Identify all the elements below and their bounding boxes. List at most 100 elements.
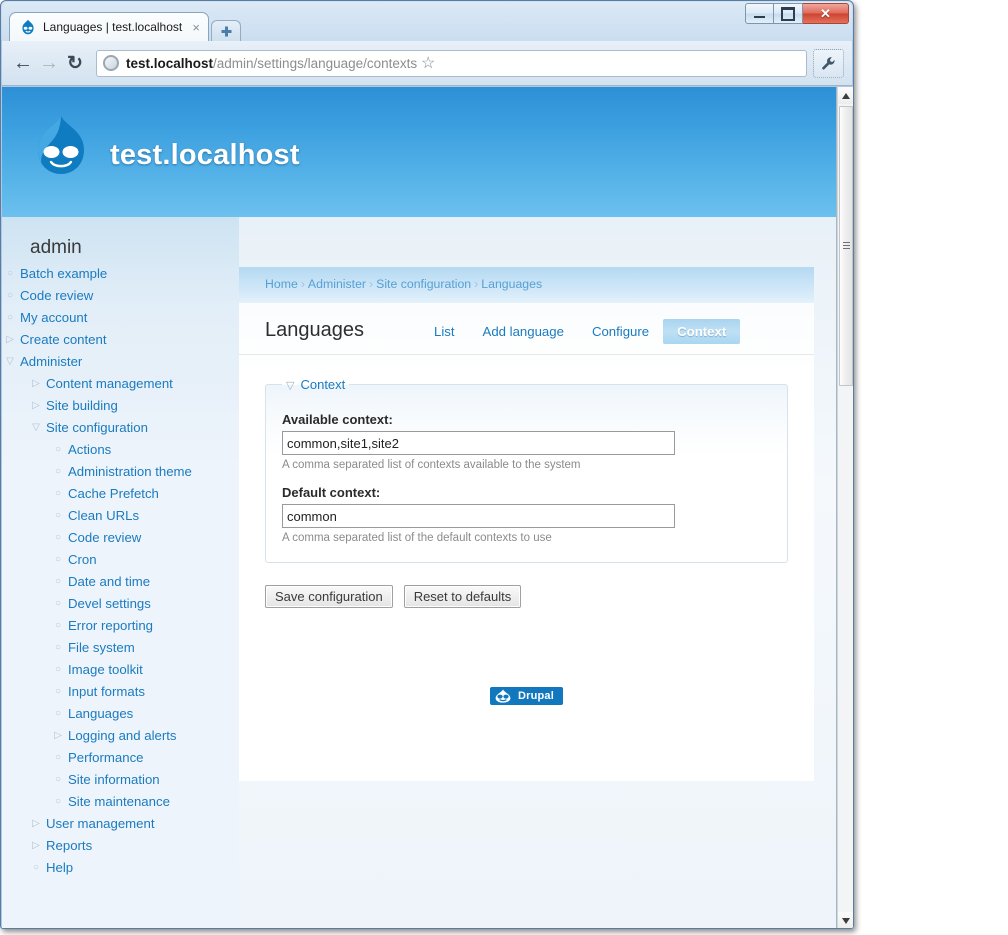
breadcrumb-separator: ›: [300, 277, 305, 291]
sidebar-item-cron: ○ Cron: [2, 549, 239, 571]
site-name: test.localhost: [110, 139, 300, 171]
bullet-icon: ○: [6, 312, 14, 323]
sidebar-item-label[interactable]: Site information: [66, 771, 162, 789]
sidebar-item-label[interactable]: File system: [66, 639, 137, 657]
save-configuration-button[interactable]: Save configuration: [265, 585, 393, 608]
sidebar-item-label[interactable]: Actions: [66, 441, 113, 459]
sidebar-item-my-account: ○ My account: [2, 307, 239, 329]
sidebar-item-label[interactable]: Help: [44, 859, 75, 877]
sidebar-item-row: ○ Input formats: [2, 681, 239, 703]
sidebar-item-label[interactable]: Administer: [18, 353, 84, 371]
scroll-down-button[interactable]: [838, 912, 853, 928]
sidebar-item-label[interactable]: Content management: [44, 375, 175, 393]
sidebar-item-label[interactable]: Clean URLs: [66, 507, 141, 525]
tab-add-language[interactable]: Add language: [469, 319, 578, 344]
sidebar-item-label[interactable]: Logging and alerts: [66, 727, 179, 745]
sidebar-item-label[interactable]: Administration theme: [66, 463, 194, 481]
fieldset-legend-label[interactable]: Context: [300, 377, 345, 392]
sidebar-item-label[interactable]: Error reporting: [66, 617, 155, 635]
breadcrumb-separator: ›: [474, 277, 479, 291]
sidebar: admin ○ Batch example ○ Code review ○ My acco…: [2, 217, 239, 928]
sidebar-item-label[interactable]: Site maintenance: [66, 793, 172, 811]
reset-to-defaults-button[interactable]: Reset to defaults: [403, 585, 522, 608]
forward-arrow-icon: →: [39, 52, 59, 74]
sidebar-item-label[interactable]: Input formats: [66, 683, 147, 701]
maximize-button[interactable]: [774, 3, 803, 24]
sidebar-item-label[interactable]: Code review: [66, 529, 143, 547]
caret-right-icon[interactable]: ▷: [28, 375, 44, 393]
sidebar-menu: ○ Batch example ○ Code review ○ My account ▷ Cr…: [2, 263, 239, 879]
forward-button[interactable]: →: [36, 50, 62, 76]
bullet-icon: ○: [6, 290, 14, 301]
scrollbar-thumb[interactable]: [839, 106, 853, 386]
browser-menu-button[interactable]: [813, 48, 844, 78]
caret-right-icon[interactable]: ▷: [28, 815, 44, 833]
breadcrumb-item[interactable]: Languages: [481, 277, 542, 291]
sidebar-item-label[interactable]: Batch example: [18, 265, 109, 283]
page-scrollbar-vertical[interactable]: [837, 87, 853, 928]
breadcrumb-item[interactable]: Site configuration: [376, 277, 471, 291]
content-panel: Languages List Add language Configure Conte…: [239, 303, 814, 781]
sidebar-item-label[interactable]: Code review: [18, 287, 95, 305]
reload-button[interactable]: ↻: [62, 50, 88, 76]
sidebar-item-label[interactable]: Performance: [66, 749, 146, 767]
tab-close-icon[interactable]: ×: [192, 21, 200, 34]
page-header: Languages List Add language Configure Conte…: [239, 303, 814, 355]
sidebar-item-row: ○ Actions: [2, 439, 239, 461]
sidebar-item-row: ▽ Site configuration: [2, 417, 239, 439]
available-context-input[interactable]: [282, 431, 675, 455]
chevron-down-icon[interactable]: ▽: [286, 380, 300, 392]
sidebar-item-label[interactable]: Reports: [44, 837, 94, 855]
caret-down-icon[interactable]: ▽: [28, 419, 44, 437]
site-header: test.localhost: [2, 87, 836, 217]
sidebar-item-label[interactable]: User management: [44, 815, 156, 833]
minimize-button[interactable]: [745, 3, 774, 24]
sidebar-item-label[interactable]: Image toolkit: [66, 661, 145, 679]
tab-list[interactable]: List: [420, 319, 469, 344]
sidebar-item-row: ○ Code review: [2, 285, 239, 307]
context-form: ▽Context Available context: A comma sepa…: [239, 355, 814, 563]
bullet-icon: ○: [54, 598, 62, 609]
sidebar-item-label[interactable]: Site configuration: [44, 419, 150, 437]
tab-context[interactable]: Context: [663, 319, 741, 344]
page-viewport: test.localhost admin ○ Batch example ○ Code…: [2, 87, 837, 928]
sidebar-item-label[interactable]: Site building: [44, 397, 120, 415]
powered-by-drupal-badge[interactable]: Drupal: [489, 687, 564, 705]
back-button[interactable]: ←: [10, 50, 36, 76]
caret-right-icon[interactable]: ▷: [28, 837, 44, 855]
close-window-button[interactable]: ✕: [803, 3, 849, 24]
sidebar-item-label[interactable]: Cron: [66, 551, 99, 569]
drupal-badge-text: Drupal: [517, 690, 555, 702]
sidebar-item-languages: ○ Languages: [2, 703, 239, 725]
bullet-icon: ○: [54, 488, 62, 499]
sidebar-item-label[interactable]: My account: [18, 309, 89, 327]
scroll-up-button[interactable]: [838, 87, 853, 104]
sidebar-item-label[interactable]: Languages: [66, 705, 135, 723]
breadcrumb-item[interactable]: Home: [265, 277, 298, 291]
caret-right-icon[interactable]: ▷: [28, 397, 44, 415]
sidebar-item-label[interactable]: Devel settings: [66, 595, 153, 613]
sidebar-item-reports: ▷ Reports: [2, 835, 239, 857]
drupal-logo-icon[interactable]: [32, 114, 90, 176]
caret-right-icon[interactable]: ▷: [50, 727, 66, 745]
scrollbar-grip-icon: [843, 242, 850, 250]
back-arrow-icon: ←: [13, 52, 33, 74]
caret-down-icon[interactable]: ▽: [2, 353, 18, 371]
caret-right-icon[interactable]: ▷: [2, 331, 18, 349]
bullet-icon: ○: [54, 774, 62, 785]
sidebar-item-label[interactable]: Cache Prefetch: [66, 485, 161, 503]
sidebar-item-date-and-time: ○ Date and time: [2, 571, 239, 593]
sidebar-item-create-content: ▷ Create content: [2, 329, 239, 351]
sidebar-item-label[interactable]: Create content: [18, 331, 109, 349]
caret-down-icon: [842, 917, 850, 924]
breadcrumb-item[interactable]: Administer: [308, 277, 366, 291]
default-context-input[interactable]: [282, 504, 675, 528]
new-tab-button[interactable]: [211, 20, 241, 41]
sidebar-item-label[interactable]: Date and time: [66, 573, 152, 591]
bookmark-star-icon[interactable]: ☆: [417, 53, 439, 73]
browser-tab-languages[interactable]: Languages | test.localhost ×: [9, 12, 209, 41]
sidebar-item-content-management: ▷ Content management: [2, 373, 239, 395]
sidebar-item-administer: ▽ Administer: [2, 351, 239, 373]
address-bar[interactable]: test.localhost/admin/settings/language/c…: [96, 49, 807, 77]
tab-configure[interactable]: Configure: [578, 319, 663, 344]
